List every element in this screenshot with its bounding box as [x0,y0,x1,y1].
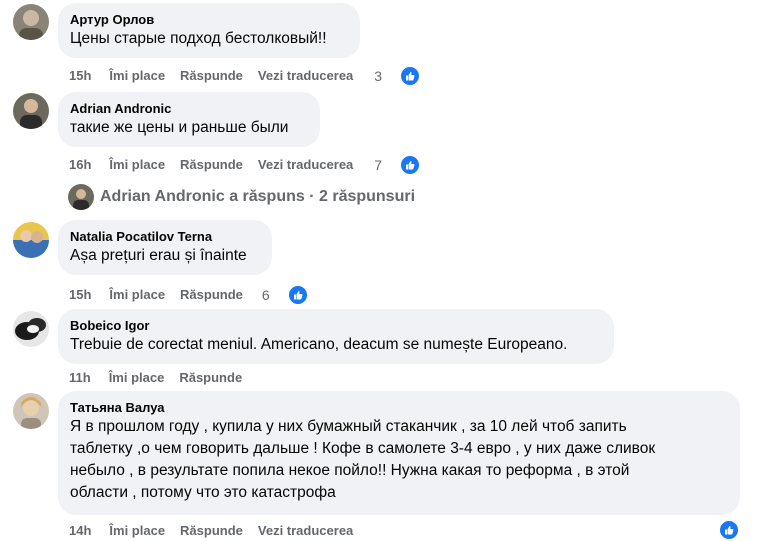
comment-text-line: Я в прошлом году , купила у них бумажный… [70,418,627,435]
comment-bubble: Артур Орлов Цены старые подход бестолков… [58,3,360,58]
reply-button[interactable]: Răspunde [180,157,243,173]
view-replies-link[interactable]: Adrian Andronic a răspuns · 2 răspunsuri [68,184,415,210]
comment-time[interactable]: 16h [69,157,91,173]
comment-actions: 15h Îmi place Răspunde 6 [69,284,324,306]
reply-button[interactable]: Răspunde [180,523,243,539]
reply-button[interactable]: Răspunde [180,68,243,84]
comment-time[interactable]: 15h [69,287,91,303]
like-button[interactable]: Îmi place [109,68,165,84]
comment-time[interactable]: 15h [69,68,91,84]
comment-text: такие же цены и раньше были [70,119,289,136]
translate-button[interactable]: Vezi traducerea [258,157,353,173]
comment-text-line: области , потому что это катастрофа [70,484,336,501]
avatar[interactable] [13,222,49,258]
comment-bubble: Adrian Andronic такие же цены и раньше б… [58,92,320,147]
like-count-value: 6 [261,287,270,303]
comment-time[interactable]: 14h [69,523,91,539]
comment-actions: 14h Îmi place Răspunde Vezi traducerea [69,523,368,539]
avatar[interactable] [13,393,49,429]
like-button[interactable]: Îmi place [109,370,165,386]
comment-text: Așa prețuri erau și înainte [70,247,247,264]
like-thumb-icon [399,154,422,176]
comment-text: Цены старые подход бестолковый!! [70,30,327,47]
like-count[interactable]: 7 [374,154,436,176]
like-thumb-icon [399,65,422,87]
like-thumb-icon [286,284,309,306]
avatar[interactable] [13,93,49,129]
comment-author[interactable]: Артур Орлов [70,11,348,28]
reply-button[interactable]: Răspunde [179,370,242,386]
comment-actions: 16h Îmi place Răspunde Vezi traducerea 7 [69,154,436,176]
reply-button[interactable]: Răspunde [180,287,243,303]
comment-text: Trebuie de corectat meniul. Americano, d… [70,336,568,353]
like-count-value: 3 [374,68,383,84]
comment-actions: 15h Îmi place Răspunde Vezi traducerea 3 [69,65,436,87]
comment-time[interactable]: 11h [69,370,91,386]
avatar[interactable] [13,311,49,347]
comment-actions: 11h Îmi place Răspunde [69,370,257,386]
comment-bubble: Bobeico Igor Trebuie de corectat meniul.… [58,309,614,364]
like-count[interactable]: 3 [374,65,436,87]
comment-author[interactable]: Татьяна Валуа [70,399,728,416]
like-button[interactable]: Îmi place [109,157,165,173]
like-button[interactable]: Îmi place [109,523,165,539]
avatar[interactable] [13,4,49,40]
replies-text: Adrian Andronic a răspuns · 2 răspunsuri [100,188,416,205]
like-button[interactable]: Îmi place [109,287,165,303]
comment-author[interactable]: Bobeico Igor [70,317,602,334]
translate-button[interactable]: Vezi traducerea [258,68,353,84]
comment-author[interactable]: Adrian Andronic [70,100,308,117]
comment-bubble: Natalia Pocatilov Terna Așa prețuri erau… [58,220,272,275]
comment-bubble: Татьяна Валуа Я в прошлом году , купила … [58,391,740,515]
comment-text-line: таблетку ,о чем говорить дальше ! Кофе в… [70,440,656,457]
like-count[interactable]: 6 [262,284,324,306]
avatar [68,184,94,210]
comment-text-line: небыло , в результате попила некое пойло… [70,462,630,479]
comment-author[interactable]: Natalia Pocatilov Terna [70,228,260,245]
translate-button[interactable]: Vezi traducerea [258,523,353,539]
like-count-value: 7 [374,157,383,173]
